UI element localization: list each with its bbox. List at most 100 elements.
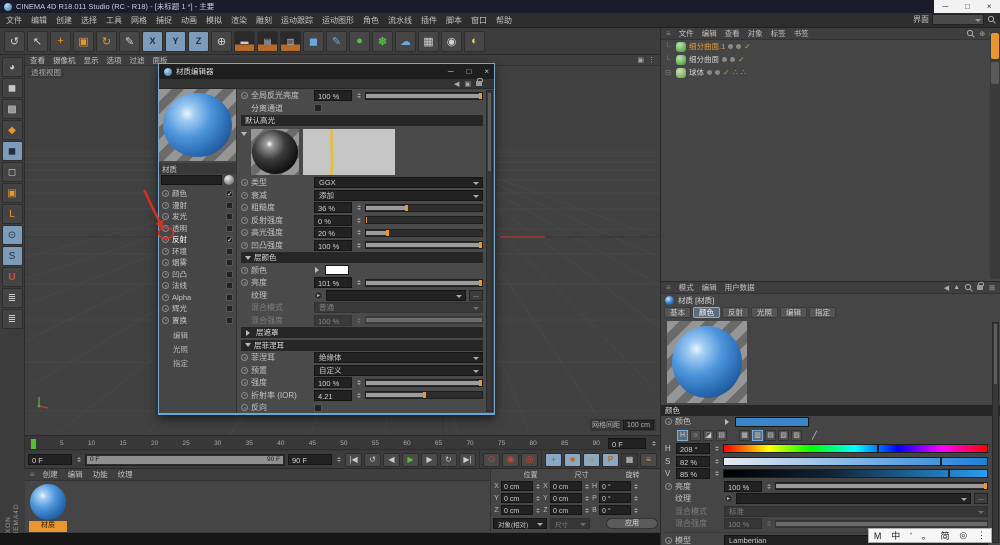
channel-item[interactable]: 凹凸	[161, 269, 234, 281]
keyframe-toggle-button[interactable]: ▦	[621, 453, 638, 467]
object-manager-menu-item[interactable]: 编辑	[702, 28, 717, 39]
channel-extra-item[interactable]: 编辑	[173, 330, 236, 341]
toolbar-button[interactable]: ▬	[234, 31, 255, 52]
channel-item[interactable]: 置换	[161, 315, 234, 327]
channel-item[interactable]: 发光	[161, 211, 234, 223]
animate-dot[interactable]	[241, 217, 248, 224]
object-name[interactable]: 细分曲面.1	[689, 41, 725, 52]
menu-item[interactable]: 雕刻	[256, 15, 272, 26]
brightness-slider[interactable]	[775, 482, 988, 490]
channel-dot-icon[interactable]	[162, 259, 169, 266]
animate-dot[interactable]	[241, 242, 248, 249]
dialog-scrollbar[interactable]	[486, 90, 493, 412]
menu-item[interactable]: 编辑	[31, 15, 47, 26]
spinner[interactable]	[650, 438, 657, 449]
toolbar-button[interactable]: ◼	[303, 31, 324, 52]
spinner[interactable]	[355, 90, 362, 101]
mode-button[interactable]: ▩	[2, 99, 23, 119]
visibility-dot[interactable]	[715, 70, 720, 75]
toolbar-button[interactable]: ◉	[441, 31, 462, 52]
animate-dot[interactable]	[665, 537, 672, 544]
mode-button[interactable]: ◆	[2, 120, 23, 140]
channel-checkbox[interactable]	[226, 282, 233, 289]
ime-item[interactable]: ◎	[959, 530, 967, 541]
viewport-menu-item[interactable]: 查看	[30, 55, 45, 66]
channel-item[interactable]: 法线	[161, 280, 234, 292]
animate-dot[interactable]	[241, 179, 248, 186]
phong-tag-icon[interactable]: ∴	[733, 69, 738, 77]
rotation-value[interactable]: 0 °	[599, 481, 631, 491]
animate-dot[interactable]	[241, 354, 248, 361]
object-row[interactable]: └ 细分曲面 ✓	[661, 53, 1000, 66]
toolbar-button[interactable]: Y	[165, 31, 186, 52]
toolbar-button[interactable]: ▣	[73, 31, 94, 52]
color-section-header[interactable]: 颜色	[661, 405, 1000, 416]
mode-button[interactable]: ◻	[2, 162, 23, 182]
mode-button[interactable]: ◼	[2, 78, 23, 98]
channel-dot-icon[interactable]	[162, 213, 169, 220]
coordinate-mode-dropdown[interactable]: 对象(相对)	[493, 518, 547, 529]
spinner[interactable]	[355, 215, 362, 226]
texture-arrow-button[interactable]: ▸	[314, 291, 323, 300]
content-tab[interactable]	[991, 62, 999, 84]
object-name[interactable]: 细分曲面	[689, 54, 719, 65]
viewport-options-icon[interactable]: ⋮	[648, 56, 655, 64]
layer-brightness-value[interactable]: 101 %	[314, 277, 352, 288]
menu-item[interactable]: 文件	[6, 15, 22, 26]
spinner[interactable]	[632, 505, 639, 516]
global-reflection-value[interactable]: 100 %	[314, 90, 352, 101]
toolbar-button[interactable]: ✽	[372, 31, 393, 52]
menu-item[interactable]: 模拟	[206, 15, 222, 26]
channel-item[interactable]: 反射 ✓	[161, 234, 234, 246]
color-swatch[interactable]	[735, 417, 809, 427]
spinner[interactable]	[713, 456, 720, 467]
cursor-icon[interactable]: ▲	[953, 284, 960, 291]
spinner[interactable]	[355, 240, 362, 251]
layer-mask-header[interactable]: 层遮罩	[241, 327, 483, 338]
animate-dot[interactable]	[241, 379, 248, 386]
spinner[interactable]	[632, 493, 639, 504]
enabled-check-icon[interactable]: ✓	[723, 68, 730, 77]
invert-checkbox[interactable]	[314, 404, 322, 412]
attribute-menu-item[interactable]: 模式	[679, 282, 694, 293]
toolbar-button[interactable]: ☁	[395, 31, 416, 52]
viewport-menu-item[interactable]: 过滤	[130, 55, 145, 66]
toolbar-button[interactable]: ✎	[119, 31, 140, 52]
object-manager-menu-item[interactable]: 对象	[748, 28, 763, 39]
position-value[interactable]: 0 cm	[501, 493, 533, 503]
texture-dropdown[interactable]	[736, 493, 971, 504]
spinner[interactable]	[355, 227, 362, 238]
preset-dropdown[interactable]: 自定义	[314, 365, 483, 376]
menu-item[interactable]: 窗口	[471, 15, 487, 26]
size-value[interactable]: 0 cm	[550, 505, 582, 515]
mixer-button[interactable]: ▦	[739, 430, 750, 441]
attribute-tab[interactable]: 反射	[722, 307, 749, 318]
slider-value[interactable]: 0 %	[314, 215, 352, 226]
subdivision-surface-icon[interactable]	[676, 55, 686, 65]
material-manager-menu-item[interactable]: 创建	[43, 469, 58, 480]
mode-button[interactable]: ≣	[2, 309, 23, 329]
subdivision-surface-icon[interactable]	[676, 42, 686, 52]
size-value[interactable]: 0 cm	[550, 481, 582, 491]
channel-checkbox[interactable]	[226, 202, 233, 209]
animate-dot[interactable]	[241, 204, 248, 211]
material-manager-menu-item[interactable]: 功能	[93, 469, 108, 480]
brightness-value[interactable]: 100 %	[724, 481, 762, 492]
menu-item[interactable]: 运动跟踪	[281, 15, 313, 26]
spinner[interactable]	[583, 493, 590, 504]
minimize-button[interactable]: ─	[942, 2, 948, 11]
lock-icon[interactable]	[977, 285, 983, 290]
spinner[interactable]	[335, 454, 342, 465]
channel-dot-icon[interactable]	[162, 190, 169, 197]
channel-dot-icon[interactable]	[162, 282, 169, 289]
channel-item[interactable]: Alpha	[161, 292, 234, 304]
channel-checkbox[interactable]: ✓	[226, 190, 233, 197]
separate-channels-checkbox[interactable]	[314, 104, 322, 112]
attribute-menu-item[interactable]: 编辑	[702, 282, 717, 293]
ior-slider[interactable]	[365, 391, 483, 399]
record-button[interactable]: ◉	[502, 453, 519, 467]
spinner[interactable]	[713, 468, 720, 479]
position-value[interactable]: 0 cm	[501, 505, 533, 515]
slider-track[interactable]	[365, 216, 483, 224]
spinner[interactable]	[534, 481, 541, 492]
